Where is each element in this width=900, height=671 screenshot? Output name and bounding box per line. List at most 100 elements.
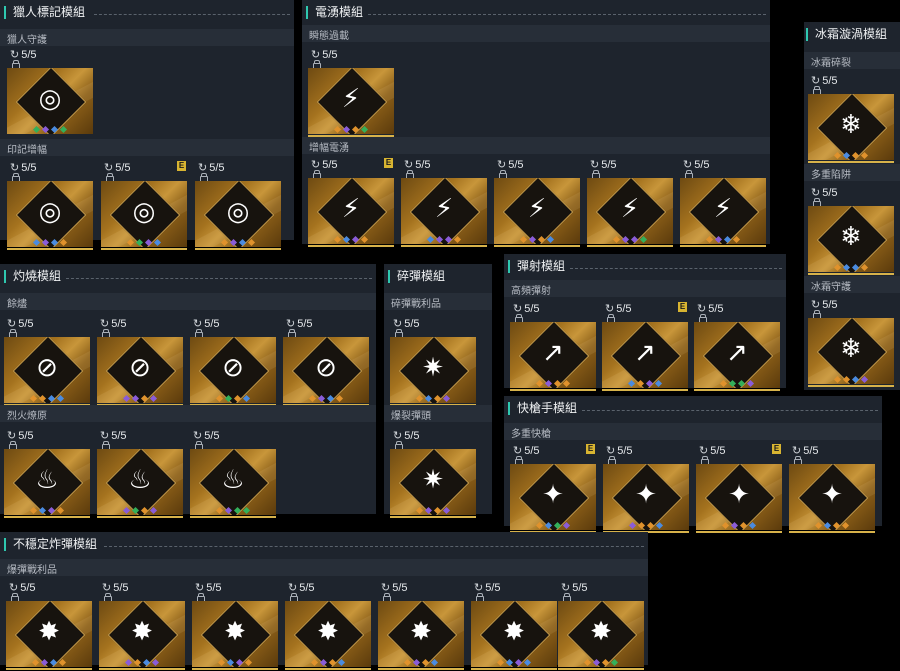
module-tile: ✸ <box>192 601 278 667</box>
bomb-burst-icon: ✸ <box>590 616 612 646</box>
module-card[interactable]: ↻ 5/5 ❄ <box>808 74 894 164</box>
module-card[interactable]: ↻ 5/5 E ⚡ <box>308 158 394 248</box>
module-card[interactable]: ↻ 5/5 ✦ <box>603 444 689 534</box>
module-card[interactable]: ↻ 5/5 ♨ <box>190 429 276 519</box>
module-card[interactable]: ↻ 5/5 ✸ <box>192 581 278 671</box>
slot-dots <box>696 521 782 530</box>
module-card[interactable]: ↻ 5/5 ↗ <box>694 302 780 392</box>
subgroup-label: 冰霜碎裂 <box>811 58 851 69</box>
module-card[interactable]: ↻ 5/5 ⊘ <box>283 317 369 407</box>
module-card[interactable]: ↻ 5/5 ✷ <box>390 429 476 519</box>
subgroup-header: 多重陷阱 <box>804 164 900 181</box>
panel-title: 獵人標記模組 <box>4 6 85 19</box>
card-underline <box>510 389 596 391</box>
module-card[interactable]: ↻ 5/5 ◎ <box>7 48 93 138</box>
module-card[interactable]: ↻ 5/5 ♨ <box>4 429 90 519</box>
module-card[interactable]: ↻ 5/5 ↗ <box>510 302 596 392</box>
module-card[interactable]: ↻ 5/5 ⊘ <box>190 317 276 407</box>
module-tile: ✷ <box>390 449 476 515</box>
module-card[interactable]: ↻ 5/5 ⚡ <box>308 48 394 138</box>
slot-dots <box>587 235 673 244</box>
module-tile: ◎ <box>101 181 187 247</box>
card-underline <box>808 385 894 387</box>
module-card[interactable]: ↻ 5/5 ✸ <box>471 581 557 671</box>
module-card[interactable]: ↻ 5/5 ✸ <box>6 581 92 671</box>
ricochet-arrow-icon: ↗ <box>634 337 656 367</box>
subgroup-header: 爆裂彈頭 <box>384 405 492 422</box>
panel-quickdraw: 快槍手模組 多重快槍 ↻ 5/5 E ✦ ↻ 5/5 ✦ ↻ 5/5 E ✦ ↻ 5/5… <box>504 396 882 533</box>
ricochet-arrow-icon: ↗ <box>726 337 748 367</box>
title-divider <box>368 14 766 15</box>
target-icon: ◎ <box>132 196 156 226</box>
card-underline <box>6 668 92 670</box>
slot-dots <box>680 235 766 244</box>
module-card[interactable]: ↻ 5/5 ⚡ <box>680 158 766 248</box>
slot-dots <box>7 125 93 134</box>
module-card[interactable]: ↻ 5/5 ❄ <box>808 186 894 276</box>
flame-icon: ♨ <box>35 464 59 494</box>
card-underline <box>808 161 894 163</box>
module-card[interactable]: ↻ 5/5 ♨ <box>97 429 183 519</box>
module-card[interactable]: ↻ 5/5 ✷ <box>390 317 476 407</box>
panel-bounce: 彈射模組 高頻彈射 ↻ 5/5 ↗ ↻ 5/5 E ↗ ↻ 5/5 ↗ <box>504 254 786 391</box>
subgroup-header: 冰霜守護 <box>804 276 900 293</box>
module-card[interactable]: ↻ 5/5 ⊘ <box>97 317 183 407</box>
module-tile: ⊘ <box>97 337 183 403</box>
module-card[interactable]: ↻ 5/5 ✸ <box>558 581 644 671</box>
subgroup-header: 餘燼 <box>0 293 376 310</box>
target-wave-icon: ◎ <box>226 196 250 226</box>
module-tile: ⚡ <box>401 178 487 244</box>
lightning-wave-icon: ⚡ <box>620 193 640 223</box>
e-badge: E <box>678 302 687 312</box>
bomb-burst-icon: ✸ <box>38 616 60 646</box>
slot-dots <box>308 235 394 244</box>
card-underline <box>808 273 894 275</box>
module-card[interactable]: ↻ 5/5 E ✦ <box>696 444 782 534</box>
slot-dots <box>494 235 580 244</box>
card-underline <box>195 248 281 250</box>
slot-dots <box>789 521 875 530</box>
slot-dots <box>6 658 92 667</box>
card-underline <box>694 389 780 391</box>
slot-dots <box>97 506 183 515</box>
slot-dots <box>510 379 596 388</box>
slot-dots <box>195 238 281 247</box>
fire-down-icon: ⊘ <box>129 352 151 382</box>
module-tile: ⚡ <box>680 178 766 244</box>
module-card[interactable]: ↻ 5/5 ✦ <box>789 444 875 534</box>
module-card[interactable]: ↻ 5/5 ✸ <box>99 581 185 671</box>
module-tile: ✸ <box>471 601 557 667</box>
module-card[interactable]: ↻ 5/5 E ↗ <box>602 302 688 392</box>
module-tile: ◎ <box>7 68 93 134</box>
module-card[interactable]: ↻ 5/5 ⚡ <box>401 158 487 248</box>
panel-title: 快槍手模組 <box>508 402 577 415</box>
module-card[interactable]: ↻ 5/5 ◎ <box>7 161 93 251</box>
module-card[interactable]: ↻ 5/5 ⚡ <box>587 158 673 248</box>
panel-burn: 灼燒模組 餘燼 ↻ 5/5 ⊘ ↻ 5/5 ⊘ ↻ 5/5 ⊘ ↻ 5/5 ⊘ 烈火燎原… <box>0 264 376 518</box>
module-card[interactable]: ↻ 5/5 ◎ <box>195 161 281 251</box>
card-underline <box>7 248 93 250</box>
subgroup-label: 爆裂彈頭 <box>391 411 431 422</box>
module-tile: ↗ <box>602 322 688 388</box>
slot-dots <box>4 394 90 403</box>
slot-dots <box>603 521 689 530</box>
title-divider <box>570 268 782 269</box>
module-card[interactable]: ↻ 5/5 E ◎ <box>101 161 187 251</box>
explosive-bullet-icon: ✷ <box>422 464 444 494</box>
panel-hunter-mark-lower: 印記增幅 ↻ 5/5 ◎ ↻ 5/5 E ◎ ↻ 5/5 ◎ <box>0 134 294 250</box>
card-underline <box>602 389 688 391</box>
module-tile: ❄ <box>808 318 894 384</box>
module-card[interactable]: ↻ 5/5 ⚡ <box>494 158 580 248</box>
subgroup-label: 高頻彈射 <box>511 286 551 297</box>
module-tile: ⚡ <box>587 178 673 244</box>
slot-dots <box>401 235 487 244</box>
card-underline <box>101 248 187 250</box>
subgroup-header: 獵人守護 <box>0 29 294 46</box>
module-card[interactable]: ↻ 5/5 ❄ <box>808 298 894 388</box>
module-card[interactable]: ↻ 5/5 ⊘ <box>4 317 90 407</box>
module-card[interactable]: ↻ 5/5 E ✦ <box>510 444 596 534</box>
module-card[interactable]: ↻ 5/5 ✸ <box>285 581 371 671</box>
module-card[interactable]: ↻ 5/5 ✸ <box>378 581 464 671</box>
module-tile: ✦ <box>789 464 875 530</box>
slot-dots <box>510 521 596 530</box>
